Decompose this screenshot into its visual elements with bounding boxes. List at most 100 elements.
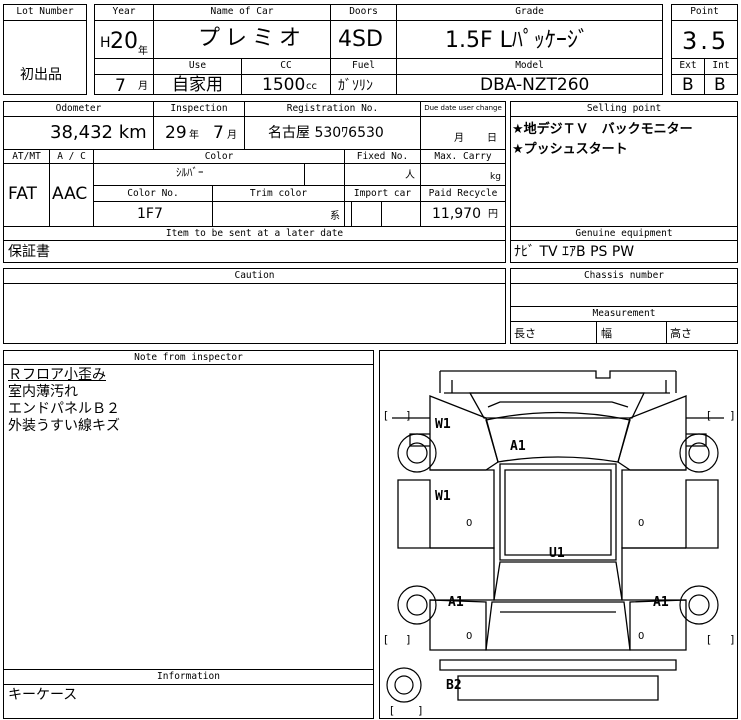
information-label: Information <box>157 671 220 682</box>
inspector-note-4: 外装うすい線キズ <box>8 418 120 434</box>
month-value: 7 <box>115 76 126 96</box>
ext-label: Ext <box>679 60 697 71</box>
measurement-label: Measurement <box>592 308 656 319</box>
point-value: 3.5 <box>682 27 730 55</box>
height-label: 高さ <box>670 327 692 340</box>
max-carry-unit: kg <box>490 172 501 182</box>
import-car-label: Import car <box>353 188 412 199</box>
year-unit: 年 <box>138 46 148 57</box>
fuel-value: ｶﾞｿﾘﾝ <box>338 78 373 94</box>
name-label: Name of Car <box>210 6 274 17</box>
bracket-close-top-left: ] <box>406 409 411 422</box>
fixed-no-unit: 人 <box>405 170 415 181</box>
paid-recycle-unit: 円 <box>488 209 498 220</box>
width-label: 幅 <box>601 327 612 340</box>
bracket-close-mid-left: ] <box>406 633 411 646</box>
bracket-open-top-right: [ <box>707 409 712 422</box>
fixed-no-label: Fixed No. <box>356 151 409 162</box>
later-items-label: Item to be sent at a later date <box>165 228 344 239</box>
color-value: ｼﾙﾊﾞｰ <box>176 166 204 179</box>
damage-mark-a1-right-rear: A1 <box>653 595 669 610</box>
zero-left-door: 0 <box>466 518 473 529</box>
inspection-label: Inspection <box>170 103 228 114</box>
damage-mark-a1-windshield: A1 <box>510 439 526 454</box>
damage-mark-a1-left-rear: A1 <box>448 595 464 610</box>
color-no-label: Color No. <box>127 188 179 199</box>
atmt-value: FAT <box>8 184 37 204</box>
use-label: Use <box>188 60 207 71</box>
inspector-note-1: Ｒフロア小歪み <box>8 367 106 383</box>
bracket-close-bottom: ] <box>418 704 423 717</box>
bracket-open-top-left: [ <box>384 409 389 422</box>
year-label: Year <box>112 6 136 17</box>
use-value: 自家用 <box>172 75 223 95</box>
due-date-label: Due date user change <box>424 104 502 112</box>
ac-value: AAC <box>52 184 88 204</box>
damage-mark-u1-roof: U1 <box>549 546 565 561</box>
trim-color-label: Trim color <box>249 188 308 199</box>
inspector-note-3: エンドパネルＢ２ <box>8 401 120 417</box>
atmt-label: AT/MT <box>12 151 41 162</box>
inspector-note-2: 室内薄汚れ <box>8 384 78 400</box>
registration-value: 名古屋 530ﾜ6530 <box>268 125 384 141</box>
inspection-year: 29 <box>165 123 187 143</box>
caution-label: Caution <box>234 270 275 281</box>
inspection-month: 7 <box>213 123 224 143</box>
information-value: キーケース <box>8 687 78 703</box>
max-carry-label: Max. Carry <box>434 151 492 162</box>
paid-recycle-value: 11,970 <box>432 206 481 222</box>
bracket-open-mid-right: [ <box>707 633 712 646</box>
ext-value: B <box>682 75 694 95</box>
cc-unit: cc <box>306 81 317 92</box>
chassis-number-label: Chassis number <box>583 270 665 281</box>
genuine-equipment-value: ﾅﾋﾞ TV ｴｱB PS PW <box>514 244 635 260</box>
later-items-value: 保証書 <box>8 244 50 260</box>
tire-circles <box>386 433 719 703</box>
grade-value: 1.5F Lﾊﾟｯｹｰｼﾞ <box>445 28 589 53</box>
zero-right-door: 0 <box>638 518 645 529</box>
bracket-close-top-right: ] <box>730 409 735 422</box>
bracket-open-mid-left: [ <box>384 633 389 646</box>
selling-point-label: Selling point <box>586 103 662 114</box>
selling-point-1: ★地デジＴＶ バックモニター <box>512 122 693 137</box>
doors-label: Doors <box>349 6 378 17</box>
length-label: 長さ <box>514 327 536 340</box>
grade-label: Grade <box>515 6 544 17</box>
car-name-value: プレミオ <box>198 26 307 51</box>
point-label: Point <box>690 6 719 17</box>
genuine-equipment-label: Genuine equipment <box>575 228 673 239</box>
selling-point-2: ★プッシュスタート <box>512 142 628 157</box>
model-label: Model <box>515 60 544 71</box>
damage-mark-w1-front-left: W1 <box>435 417 451 432</box>
cc-value: 1500 <box>262 75 306 95</box>
month-unit: 月 <box>138 81 148 92</box>
damage-mark-b2-rear-bumper: B2 <box>446 678 462 693</box>
ac-label: A / C <box>57 151 86 162</box>
paid-recycle-label: Paid Recycle <box>428 188 498 199</box>
due-month-unit: 月 <box>454 133 464 144</box>
int-value: B <box>714 75 726 95</box>
bracket-open-bottom: [ <box>390 704 395 717</box>
odometer-label: Odometer <box>55 103 102 114</box>
shuppin-label: 初出品 <box>20 67 62 83</box>
model-value: DBA-NZT260 <box>480 75 590 95</box>
lot-number-label: Lot Number <box>16 6 74 17</box>
int-label: Int <box>712 60 730 71</box>
due-day-unit: 日 <box>487 133 497 144</box>
color-no-value: 1F7 <box>137 206 163 222</box>
doors-value: 4SD <box>338 27 383 52</box>
year-era: H <box>100 35 111 51</box>
zero-left-rear: 0 <box>466 631 473 642</box>
cc-label: CC <box>280 60 292 71</box>
inspection-month-unit: 月 <box>227 130 237 141</box>
inspection-year-unit: 年 <box>189 130 199 141</box>
odometer-value: 38,432 km <box>50 122 147 143</box>
trim-unit: 系 <box>330 211 340 222</box>
registration-label: Registration No. <box>286 103 379 114</box>
year-value: 20 <box>110 29 138 54</box>
zero-right-rear: 0 <box>638 631 645 642</box>
bracket-close-mid-right: ] <box>730 633 735 646</box>
damage-mark-w1-left-door: W1 <box>435 489 451 504</box>
color-label: Color <box>204 151 234 162</box>
fuel-label: Fuel <box>352 60 375 71</box>
